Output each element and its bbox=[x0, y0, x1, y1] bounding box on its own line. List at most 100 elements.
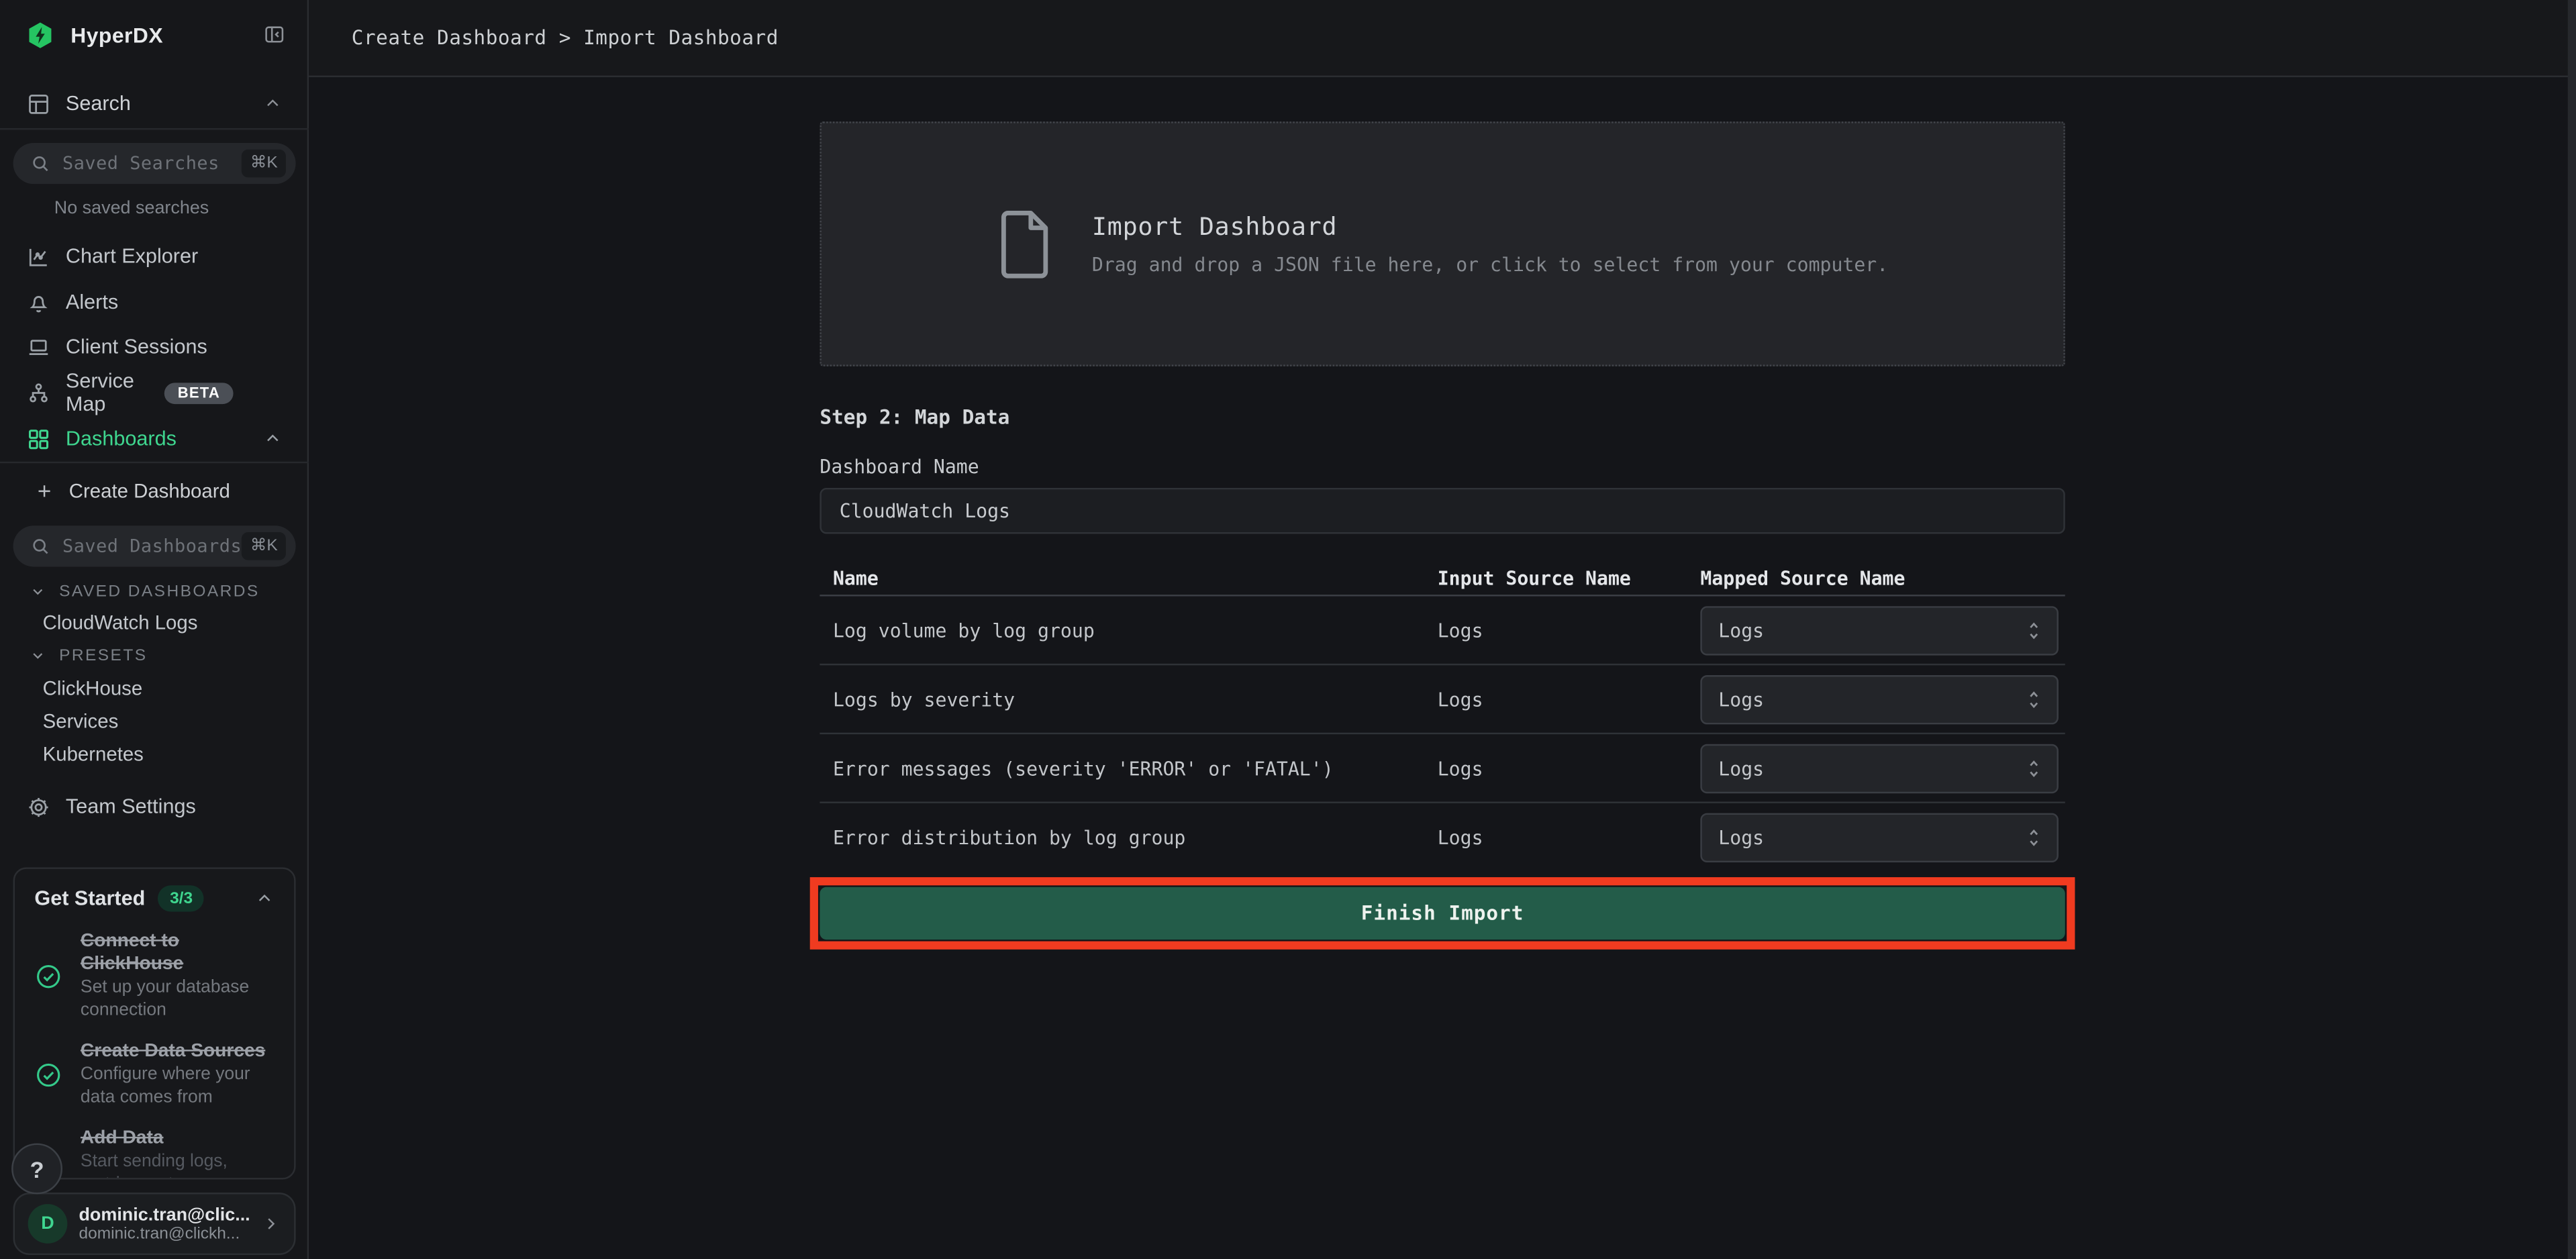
sidebar-section-search[interactable]: Search bbox=[0, 81, 309, 127]
table-row: Error messages (severity 'ERROR' or 'FAT… bbox=[820, 734, 2065, 803]
column-header-name: Name bbox=[820, 566, 1437, 589]
logo-row: HyperDX bbox=[0, 13, 309, 56]
shortcut-badge: ⌘K bbox=[242, 150, 286, 178]
sidebar-item-label: Dashboards bbox=[66, 427, 177, 450]
search-section-label: Search bbox=[66, 92, 263, 115]
dashboard-link-cloudwatch-logs[interactable]: CloudWatch Logs bbox=[43, 608, 198, 636]
get-started-step-add-data[interactable]: Add Data Start sending logs, metrics, or… bbox=[34, 1127, 274, 1179]
sidebar-item-dashboards[interactable]: Dashboards bbox=[0, 415, 309, 462]
saved-dashboards-group-header[interactable]: SAVED DASHBOARDS bbox=[30, 578, 260, 605]
group-title: SAVED DASHBOARDS bbox=[59, 583, 260, 601]
preset-link-kubernetes[interactable]: Kubernetes bbox=[43, 739, 144, 767]
topbar: Create Dashboard > Import Dashboard bbox=[309, 0, 2576, 77]
check-circle-icon bbox=[34, 962, 62, 990]
preset-link-label: Kubernetes bbox=[43, 742, 144, 764]
chevron-up-icon[interactable] bbox=[263, 94, 283, 113]
avatar: D bbox=[28, 1204, 68, 1244]
chevron-up-down-icon bbox=[2024, 756, 2044, 779]
sidebar: HyperDX Search bbox=[0, 0, 309, 1259]
help-button[interactable]: ? bbox=[11, 1144, 62, 1195]
dropzone-title: Import Dashboard bbox=[1092, 212, 1888, 242]
step-title: Create Data Sources bbox=[81, 1040, 275, 1062]
preset-link-services[interactable]: Services bbox=[43, 707, 119, 735]
json-file-dropzone[interactable]: Import Dashboard Drag and drop a JSON fi… bbox=[820, 121, 2065, 366]
table-header-row: Name Input Source Name Mapped Source Nam… bbox=[820, 560, 2065, 597]
presets-group-header[interactable]: PRESETS bbox=[30, 642, 147, 668]
import-dashboard-panel: Import Dashboard Drag and drop a JSON fi… bbox=[820, 77, 2065, 950]
file-icon bbox=[997, 208, 1056, 281]
mapped-source-value: Logs bbox=[1718, 687, 2024, 710]
sidebar-item-service-map[interactable]: Service Map BETA bbox=[0, 370, 309, 416]
preset-link-label: ClickHouse bbox=[43, 676, 143, 699]
input-source-cell: Logs bbox=[1438, 687, 1701, 710]
create-dashboard-label: Create Dashboard bbox=[69, 480, 230, 503]
magnifier-icon bbox=[30, 536, 51, 557]
sidebar-item-label: Alerts bbox=[66, 291, 118, 313]
search-section-icon bbox=[26, 91, 51, 116]
mapped-source-value: Logs bbox=[1718, 826, 2024, 849]
table-row: Error distribution by log group Logs Log… bbox=[820, 803, 2065, 872]
magnifier-icon bbox=[30, 153, 51, 174]
mapped-source-value: Logs bbox=[1718, 619, 2024, 642]
chart-explorer-icon bbox=[26, 244, 51, 268]
column-header-input-source: Input Source Name bbox=[1438, 566, 1701, 589]
sidebar-item-alerts[interactable]: Alerts bbox=[0, 279, 309, 325]
preset-link-clickhouse[interactable]: ClickHouse bbox=[43, 674, 143, 702]
chevron-up-down-icon bbox=[2024, 826, 2044, 849]
get-started-card: Get Started 3/3 Connect to ClickHouse Se… bbox=[13, 867, 296, 1179]
progress-badge: 3/3 bbox=[158, 885, 204, 911]
sidebar-item-chart-explorer[interactable]: Chart Explorer bbox=[0, 234, 309, 280]
dashboard-link-label: CloudWatch Logs bbox=[43, 610, 198, 633]
app-window: HyperDX Search bbox=[0, 0, 2576, 1259]
chart-name-cell: Error distribution by log group bbox=[820, 826, 1437, 849]
input-source-cell: Logs bbox=[1438, 826, 1701, 849]
divider bbox=[0, 128, 309, 130]
finish-import-button[interactable]: Finish Import bbox=[820, 887, 2065, 940]
column-header-mapped-source: Mapped Source Name bbox=[1700, 566, 2065, 589]
annotation-highlight-box: Finish Import bbox=[810, 877, 2075, 950]
step-title: Connect to ClickHouse bbox=[81, 929, 275, 976]
sidebar-item-client-sessions[interactable]: Client Sessions bbox=[0, 323, 309, 370]
sidebar-collapse-icon[interactable] bbox=[263, 23, 286, 46]
chevron-down-icon bbox=[30, 647, 46, 663]
source-mapping-table: Name Input Source Name Mapped Source Nam… bbox=[820, 560, 2065, 872]
chevron-up-down-icon bbox=[2024, 619, 2044, 642]
sidebar-item-label: Client Sessions bbox=[66, 335, 207, 358]
chevron-down-icon bbox=[30, 583, 46, 599]
dropzone-subtitle: Drag and drop a JSON file here, or click… bbox=[1092, 253, 1888, 276]
chevron-up-icon[interactable] bbox=[263, 429, 283, 448]
scrollbar-track[interactable] bbox=[2568, 0, 2576, 1259]
dashboard-name-value: CloudWatch Logs bbox=[840, 499, 1010, 522]
input-source-cell: Logs bbox=[1438, 619, 1701, 642]
get-started-step-sources[interactable]: Create Data Sources Configure where your… bbox=[34, 1040, 274, 1109]
saved-dashboards-input[interactable]: Saved Dashboards ⌘K bbox=[13, 525, 296, 566]
main-area: Create Dashboard > Import Dashboard Impo… bbox=[309, 0, 2576, 1259]
get-started-step-connect[interactable]: Connect to ClickHouse Set up your databa… bbox=[34, 929, 274, 1021]
shortcut-badge: ⌘K bbox=[242, 532, 286, 560]
mapped-source-select[interactable]: Logs bbox=[1700, 605, 2059, 654]
create-dashboard-button[interactable]: Create Dashboard bbox=[0, 468, 309, 515]
mapped-source-select[interactable]: Logs bbox=[1700, 674, 2059, 723]
divider bbox=[0, 462, 309, 463]
laptop-icon bbox=[26, 334, 51, 359]
sidebar-item-label: Service Map bbox=[66, 370, 164, 416]
user-account-button[interactable]: D dominic.tran@clic... dominic.tran@clic… bbox=[13, 1193, 296, 1255]
chart-name-cell: Logs by severity bbox=[820, 687, 1437, 710]
table-row: Logs by severity Logs Logs bbox=[820, 665, 2065, 734]
sidebar-item-team-settings[interactable]: Team Settings bbox=[0, 784, 309, 830]
user-name: dominic.tran@clic... bbox=[79, 1205, 261, 1224]
saved-searches-input[interactable]: Saved Searches ⌘K bbox=[13, 143, 296, 184]
group-title: PRESETS bbox=[59, 646, 147, 664]
breadcrumb: Create Dashboard > Import Dashboard bbox=[352, 26, 779, 49]
chevron-up-icon[interactable] bbox=[254, 889, 274, 908]
mapped-source-select[interactable]: Logs bbox=[1700, 813, 2059, 862]
step-subtitle: Configure where your data comes from bbox=[81, 1064, 275, 1109]
sidebar-item-label: Team Settings bbox=[66, 795, 196, 818]
get-started-header[interactable]: Get Started 3/3 bbox=[34, 885, 274, 911]
check-circle-icon bbox=[34, 1060, 62, 1089]
no-saved-searches-text: No saved searches bbox=[54, 199, 209, 218]
dashboard-name-input[interactable]: CloudWatch Logs bbox=[820, 488, 2065, 534]
chart-name-cell: Log volume by log group bbox=[820, 619, 1437, 642]
preset-link-label: Services bbox=[43, 709, 119, 732]
mapped-source-select[interactable]: Logs bbox=[1700, 744, 2059, 793]
